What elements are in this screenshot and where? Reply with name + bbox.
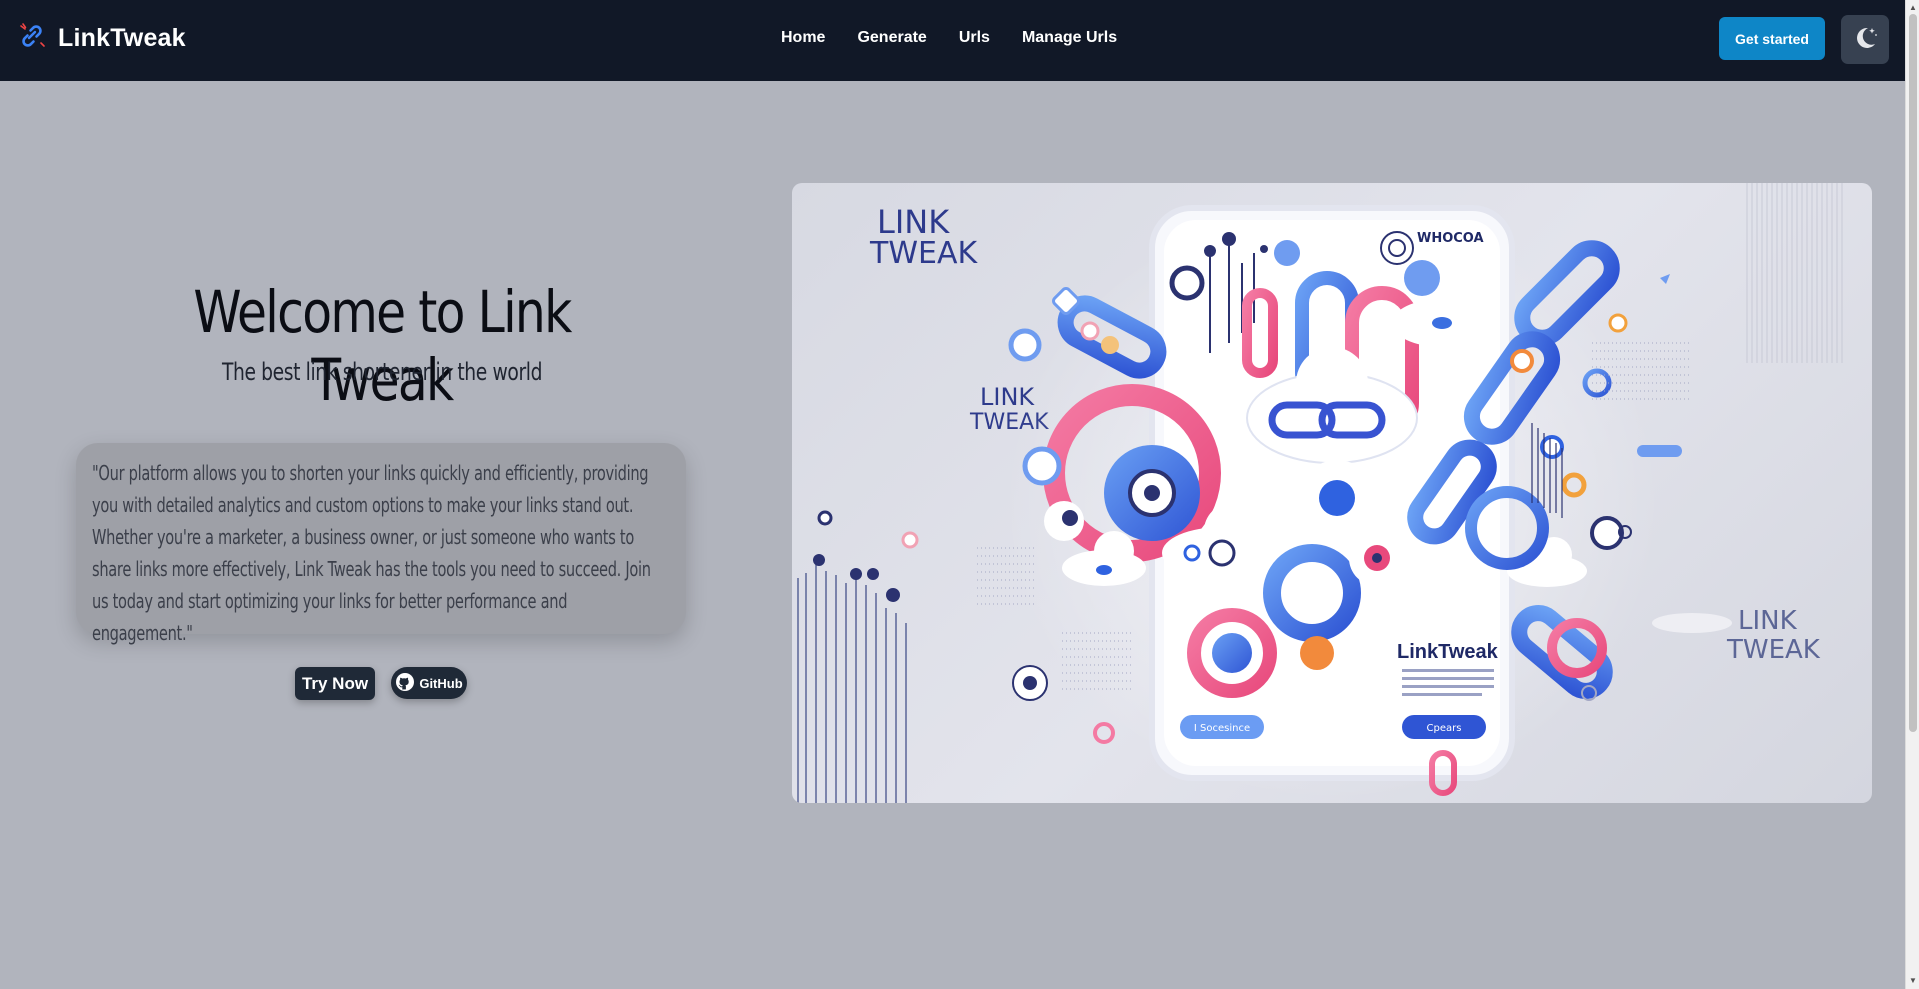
scroll-down-icon[interactable]: ▼ xyxy=(1908,976,1918,986)
phone-button-right: Cpears xyxy=(1427,723,1462,734)
nav-home[interactable]: Home xyxy=(781,29,825,47)
github-icon xyxy=(395,672,415,695)
hero-illustration: LINK TWEAK LINK TWEAK LINK TWEAK WHOCOA … xyxy=(792,183,1872,803)
decor-hatch-right xyxy=(1746,183,1843,363)
page-scrollbar[interactable]: ▲ ▼ xyxy=(1905,0,1919,989)
hero-subtitle: The best link shortener in the world xyxy=(221,358,543,386)
github-button[interactable]: GitHub xyxy=(391,667,467,699)
nav-manage-urls[interactable]: Manage Urls xyxy=(1022,29,1117,47)
theme-toggle-button[interactable] xyxy=(1841,15,1889,64)
link-icon xyxy=(18,22,46,55)
scroll-thumb[interactable] xyxy=(1909,14,1917,732)
brand[interactable]: LinkTweak xyxy=(18,22,186,55)
nav-urls[interactable]: Urls xyxy=(959,29,990,47)
label-tweak-top: TWEAK xyxy=(869,236,978,271)
navbar: LinkTweak Home Generate Urls Manage Urls… xyxy=(0,0,1905,81)
hero-title: Welcome to Link Tweak xyxy=(193,278,572,414)
phone-button-left: I Socesince xyxy=(1194,723,1250,734)
try-now-button[interactable]: Try Now xyxy=(295,667,375,700)
label-link-right: LINK xyxy=(1738,606,1798,636)
nav-generate[interactable]: Generate xyxy=(857,29,926,47)
description-card: "Our platform allows you to shorten your… xyxy=(76,443,686,645)
main-nav: Home Generate Urls Manage Urls xyxy=(781,29,1117,47)
label-tweak-right: TWEAK xyxy=(1726,635,1821,665)
phone-header: WHOCOA xyxy=(1417,231,1484,246)
description-text: "Our platform allows you to shorten your… xyxy=(92,461,651,645)
get-started-button[interactable]: Get started xyxy=(1719,17,1825,60)
brand-name: LinkTweak xyxy=(58,24,186,52)
moon-stars-icon xyxy=(1851,23,1879,56)
github-label: GitHub xyxy=(419,675,463,691)
phone-brand: LinkTweak xyxy=(1397,641,1499,663)
scroll-up-icon[interactable]: ▲ xyxy=(1908,3,1918,13)
